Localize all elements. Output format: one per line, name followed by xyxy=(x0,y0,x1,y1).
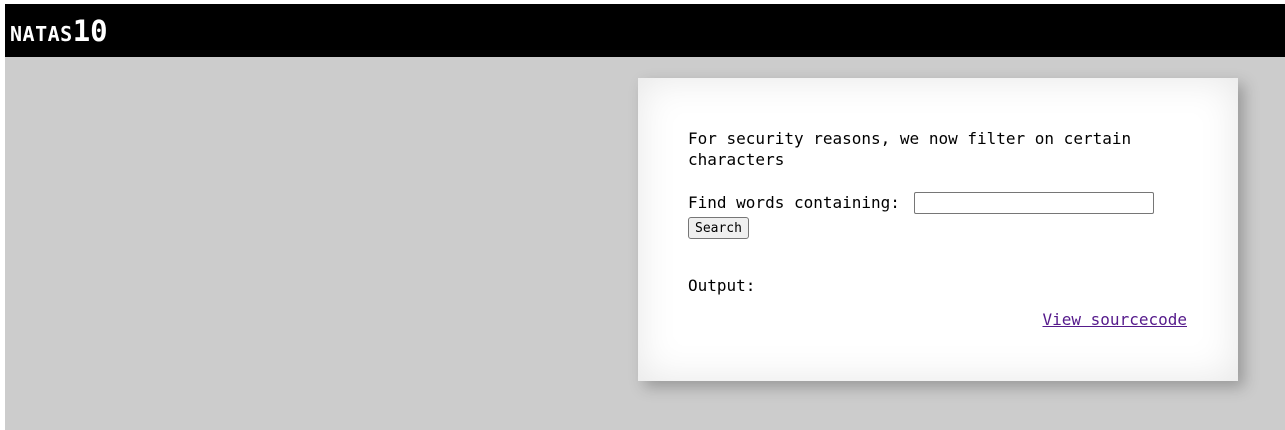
search-button[interactable]: Search xyxy=(688,217,749,239)
search-row: Find words containing: xyxy=(688,191,1208,214)
search-input[interactable] xyxy=(913,191,1154,214)
view-sourcecode-link[interactable]: View sourcecode xyxy=(1043,310,1188,329)
content-panel: For security reasons, we now filter on c… xyxy=(638,78,1238,381)
title-prefix: NATAS xyxy=(10,22,73,46)
search-label: Find words containing: xyxy=(688,192,900,212)
output-label: Output: xyxy=(688,276,756,295)
page-background: NATAS10 For security reasons, we now fil… xyxy=(5,4,1285,430)
page-title: NATAS10 xyxy=(10,14,108,48)
intro-text: For security reasons, we now filter on c… xyxy=(688,129,1132,169)
header-bar: NATAS10 xyxy=(5,4,1285,57)
title-level: 10 xyxy=(72,14,108,48)
